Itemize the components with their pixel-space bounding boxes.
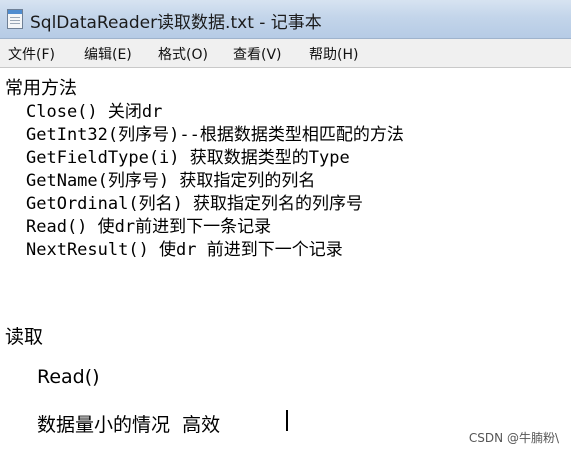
menu-view[interactable]: 查看(V)	[233, 44, 282, 64]
text-cursor	[286, 410, 288, 431]
menu-help[interactable]: 帮助(H)	[309, 44, 358, 64]
text-line: GetName(列序号) 获取指定列的列名	[26, 171, 316, 191]
title-bar: SqlDataReader读取数据.txt - 记事本	[0, 0, 571, 39]
text-line: GetFieldType(i) 获取数据类型的Type	[26, 148, 350, 168]
notepad-icon	[7, 9, 23, 29]
menu-format[interactable]: 格式(O)	[158, 44, 208, 64]
text-line: 数据量小的情况 高效	[37, 414, 221, 436]
text-line: GetInt32(列序号)--根据数据类型相匹配的方法	[26, 125, 404, 145]
watermark: CSDN @牛腩粉\	[468, 431, 559, 445]
menu-bar: 文件(F) 编辑(E) 格式(O) 查看(V) 帮助(H)	[0, 39, 571, 68]
text-line: GetOrdinal(列名) 获取指定列名的列序号	[26, 194, 364, 214]
menu-file[interactable]: 文件(F)	[8, 44, 55, 64]
window-title: SqlDataReader读取数据.txt - 记事本	[30, 13, 322, 33]
menu-edit[interactable]: 编辑(E)	[84, 44, 132, 64]
text-line: Close() 关闭dr	[26, 102, 163, 122]
text-line: Read()	[37, 366, 100, 388]
text-line: NextResult() 使dr 前进到下一个记录	[26, 240, 343, 260]
text-line: Read() 使dr前进到下一条记录	[26, 217, 272, 237]
text-line: 读取	[5, 326, 44, 348]
